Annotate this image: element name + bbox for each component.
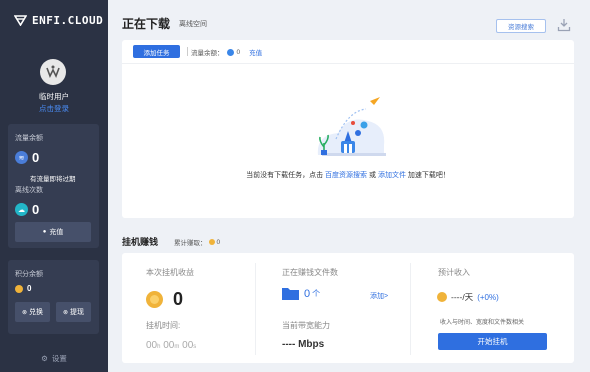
earn-panel: 本次挂机收益 0 挂机时间: 00h 00m 00s 正在赚钱文件数 0 个 添… <box>122 253 574 363</box>
resource-search-button[interactable]: 资源搜索 <box>496 19 546 33</box>
time-hours: 00 <box>146 340 158 351</box>
estimate-note: 收入与时间、宽度和文件数相关 <box>440 320 525 326</box>
gold-coin-icon <box>146 291 163 308</box>
withdraw-icon: ⊗ <box>62 309 69 316</box>
offline-value: 0 <box>32 202 40 217</box>
points-row: 0 <box>15 284 31 293</box>
withdraw-label: 提现 <box>70 309 85 316</box>
logo-icon <box>14 15 27 26</box>
expire-note: 有流量即将过期 <box>30 176 76 183</box>
start-hang-button[interactable]: 开始挂机 <box>438 333 547 350</box>
cloud-icon: ☁ <box>15 203 28 216</box>
time-seconds-unit: s <box>193 344 197 350</box>
time-label: 挂机时间: <box>146 321 181 330</box>
baidu-search-link[interactable]: 百度资源搜索 <box>325 172 367 179</box>
traffic-balance-label: 流量余额： <box>191 50 224 57</box>
files-label: 正在赚钱文件数 <box>282 268 338 277</box>
recharge-label: 充值 <box>49 229 64 236</box>
charge-link[interactable]: 充值 <box>249 47 262 57</box>
download-panel: 添加任务 流量余额： 0 充值 当前没有下载任务，点击 百度资源搜索 或 添加文… <box>122 40 574 218</box>
estimate-row: ----/天 (+0%) <box>437 291 499 303</box>
offline-label: 离线次数 <box>15 187 43 194</box>
exchange-label: 兑换 <box>29 309 44 316</box>
recharge-icon: ● <box>42 229 47 235</box>
traffic-label: 流量余额 <box>15 135 43 142</box>
traffic-value: 0 <box>32 150 40 165</box>
divider <box>187 47 188 56</box>
balance-panel: 流量余额 ≋ 0 有流量即将过期 离线次数 ☁ 0 ● 充值 <box>8 124 99 248</box>
points-value: 0 <box>27 284 32 293</box>
page-title: 正在下载 <box>122 17 171 31</box>
time-minutes-unit: m <box>174 344 180 350</box>
settings-label: 设置 <box>51 354 67 363</box>
brand: ENFI.CLOUD <box>14 14 103 27</box>
traffic-balance-value: 0 <box>236 48 241 56</box>
time-hours-unit: h <box>157 344 161 350</box>
session-label: 本次挂机收益 <box>146 268 194 277</box>
empty-or: 或 <box>369 172 376 179</box>
exchange-button[interactable]: ⊗ 兑换 <box>15 302 50 322</box>
coin-icon <box>15 284 23 293</box>
exchange-icon: ⊗ <box>21 309 28 316</box>
divider <box>255 263 256 355</box>
total-earned-label: 累计赚取： <box>174 240 207 247</box>
hang-time: 00h 00m 00s <box>146 340 196 351</box>
settings-button[interactable]: ⚙ 设置 <box>0 353 108 364</box>
download-icon[interactable] <box>557 18 571 32</box>
add-task-button[interactable]: 添加任务 <box>133 45 180 58</box>
files-unit: 个 <box>312 289 321 298</box>
offline-row: ☁ 0 <box>15 202 39 217</box>
avatar[interactable] <box>40 59 66 85</box>
brand-name: ENFI.CLOUD <box>32 14 104 27</box>
files-row: 0 个 <box>282 287 320 300</box>
gear-icon: ⚙ <box>41 354 48 363</box>
time-seconds: 00 <box>182 340 194 351</box>
session-row: 0 <box>146 289 183 310</box>
estimate-value: ----/天 <box>451 292 474 302</box>
points-panel: 积分余额 0 ⊗ 兑换 ⊗ 提现 <box>8 260 99 334</box>
points-label: 积分余额 <box>15 271 43 278</box>
estimate-label: 预计收入 <box>438 268 470 277</box>
avatar-icon <box>46 65 60 78</box>
session-value: 0 <box>173 289 184 309</box>
time-minutes: 00 <box>163 340 175 351</box>
total-earned-value: 0 <box>216 238 221 246</box>
folder-icon <box>282 288 299 300</box>
total-earned: 累计赚取： 0 <box>174 237 221 248</box>
login-link[interactable]: 点击登录 <box>0 103 108 114</box>
traffic-icon: ≋ <box>15 151 28 164</box>
withdraw-button[interactable]: ⊗ 提现 <box>56 302 91 322</box>
offline-space-tab[interactable]: 离线空间 <box>179 19 207 29</box>
coin-icon <box>437 292 447 302</box>
empty-illustration <box>317 97 386 156</box>
empty-prefix: 当前没有下载任务，点击 <box>246 172 324 179</box>
empty-message: 当前没有下载任务，点击 百度资源搜索 或 添加文件 加速下载吧！ <box>122 170 574 180</box>
divider <box>122 63 574 64</box>
traffic-dot-icon <box>226 48 234 56</box>
empty-suffix: 加速下载吧！ <box>407 172 450 179</box>
earn-title: 挂机赚钱 <box>122 237 159 247</box>
coin-icon <box>208 239 215 245</box>
recharge-button[interactable]: ● 充值 <box>15 222 91 242</box>
files-value: 0 <box>304 287 311 300</box>
divider <box>410 263 411 355</box>
traffic-balance: 流量余额： 0 充值 <box>191 47 262 57</box>
user-name: 临时用户 <box>39 92 69 101</box>
add-files-link[interactable]: 添加> <box>370 291 388 301</box>
traffic-row: ≋ 0 <box>15 150 39 165</box>
bandwidth-value: ---- Mbps <box>282 339 325 350</box>
sidebar: ENFI.CLOUD 临时用户 点击登录 流量余额 ≋ 0 有流量即将过期 离线… <box>0 0 108 372</box>
estimate-percent: (+0%) <box>477 292 499 302</box>
bandwidth-label: 当前带宽能力 <box>282 321 330 330</box>
add-file-link[interactable]: 添加文件 <box>378 172 406 179</box>
